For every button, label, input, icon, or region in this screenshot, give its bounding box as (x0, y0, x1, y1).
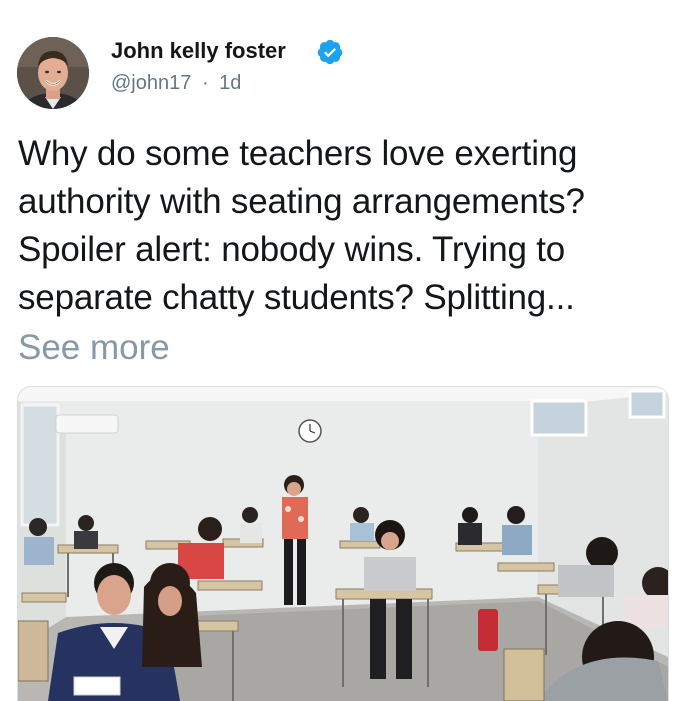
meta-separator: · (201, 72, 209, 94)
tweet-media-image[interactable] (17, 386, 669, 701)
tweet-text: Why do some teachers love exerting autho… (18, 130, 688, 322)
tweet-text-line: authority with seating arrangements? (18, 182, 585, 221)
handle[interactable]: @john17 (111, 72, 191, 95)
tweet-text-line: separate chatty students? Splitting... (18, 278, 575, 317)
tweet-text-line: Why do some teachers love exerting (18, 134, 578, 173)
tweet-text-line: Spoiler alert: nobody wins. Trying to (18, 230, 566, 269)
see-more-link[interactable]: See more (18, 324, 170, 372)
tweet-meta: @john17 · 1d (111, 72, 241, 95)
avatar[interactable] (17, 37, 89, 109)
tweet-card[interactable]: John kelly foster @john17 · 1d Why do so… (0, 0, 700, 701)
verified-badge-icon (316, 38, 344, 66)
author-name[interactable]: John kelly foster (111, 38, 286, 64)
timestamp[interactable]: 1d (219, 72, 241, 95)
